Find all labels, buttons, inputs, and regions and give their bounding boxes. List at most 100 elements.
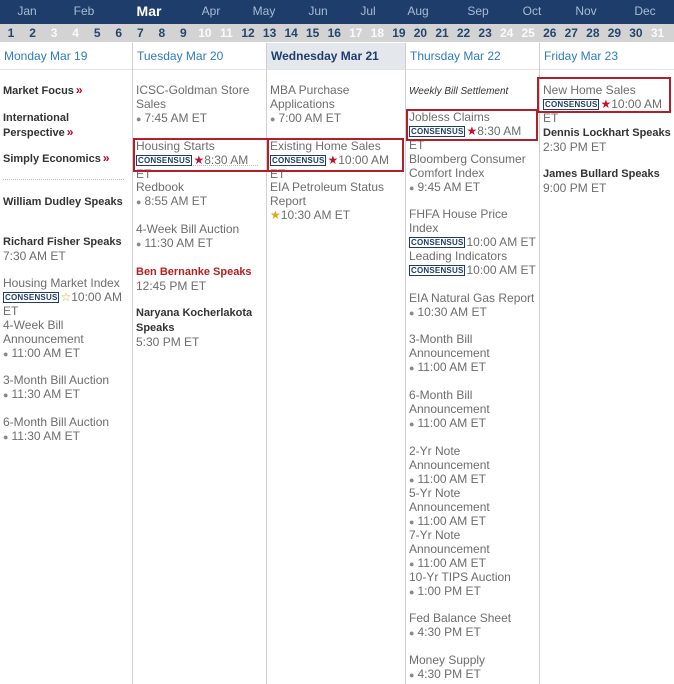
month-nov[interactable]: Nov	[575, 4, 596, 18]
event-name[interactable]: EIA Petroleum Status Report	[270, 180, 384, 208]
calendar-event[interactable]: Existing Home Sales CONSENSUS ★10:00 AM ET	[270, 139, 403, 181]
event-name[interactable]: International Perspective	[3, 112, 69, 139]
day-6[interactable]: 6	[115, 26, 122, 40]
event-name[interactable]: Housing Market Index	[3, 276, 120, 290]
day-22[interactable]: 22	[457, 26, 470, 40]
event-name[interactable]: Richard Fisher Speaks	[3, 236, 122, 248]
calendar-event[interactable]: ICSC-Goldman Store Sales ● 7:45 AM ET	[136, 83, 264, 126]
calendar-event[interactable]: 4-Week Bill Auction ● 11:30 AM ET	[136, 222, 264, 251]
month-jun[interactable]: Jun	[308, 4, 327, 18]
event-name[interactable]: FHFA House Price Index	[409, 207, 508, 235]
event-name[interactable]: Market Focus	[3, 85, 74, 97]
event-name[interactable]: ICSC-Goldman Store Sales	[136, 83, 249, 111]
day-5[interactable]: 5	[94, 26, 101, 40]
event-name[interactable]: 7-Yr Note Announcement	[409, 528, 490, 556]
day-17[interactable]: 17	[349, 26, 362, 40]
event-name[interactable]: Redbook	[136, 180, 184, 194]
calendar-event[interactable]: 6-Month Bill Auction ● 11:30 AM ET	[3, 415, 130, 444]
event-name[interactable]: MBA Purchase Applications	[270, 83, 349, 111]
event-name[interactable]: Fed Balance Sheet	[409, 611, 511, 625]
day-31[interactable]: 31	[651, 26, 664, 40]
event-name[interactable]: Bloomberg Consumer Comfort Index	[409, 152, 526, 180]
day-20[interactable]: 20	[414, 26, 427, 40]
month-jul[interactable]: Jul	[360, 4, 375, 18]
calendar-event[interactable]: 3-Month Bill Announcement ● 11:00 AM ET	[409, 332, 537, 375]
calendar-event[interactable]: Housing Market Index CONSENSUS ☆10:00 AM E…	[3, 276, 130, 318]
month-feb[interactable]: Feb	[74, 4, 95, 18]
day-2[interactable]: 2	[29, 26, 36, 40]
month-aug[interactable]: Aug	[407, 4, 428, 18]
day-26[interactable]: 26	[543, 26, 556, 40]
day-10[interactable]: 10	[198, 26, 211, 40]
calendar-event[interactable]: Market Focus»	[3, 83, 130, 98]
calendar-event[interactable]: 4-Week Bill Announcement ● 11:00 AM ET	[3, 318, 130, 361]
day-8[interactable]: 8	[159, 26, 166, 40]
event-name[interactable]: 5-Yr Note Announcement	[409, 486, 490, 514]
calendar-event[interactable]: Simply Economics»	[3, 151, 130, 166]
day-12[interactable]: 12	[241, 26, 254, 40]
consensus-badge[interactable]: CONSENSUS	[136, 155, 193, 166]
day-19[interactable]: 19	[392, 26, 405, 40]
calendar-event[interactable]: 7-Yr Note Announcement ● 11:00 AM ET	[409, 528, 537, 571]
event-name[interactable]: James Bullard Speaks	[543, 168, 660, 180]
calendar-event[interactable]: MBA Purchase Applications ● 7:00 AM ET	[270, 83, 403, 126]
day-18[interactable]: 18	[371, 26, 384, 40]
event-name[interactable]: Simply Economics	[3, 153, 101, 165]
consensus-badge[interactable]: CONSENSUS	[270, 155, 327, 166]
day-28[interactable]: 28	[586, 26, 599, 40]
consensus-badge[interactable]: CONSENSUS	[409, 237, 466, 248]
consensus-badge[interactable]: CONSENSUS	[409, 265, 466, 276]
event-name[interactable]: Housing Starts	[136, 139, 215, 153]
event-name[interactable]: 6-Month Bill Auction	[3, 415, 109, 429]
event-name[interactable]: Weekly Bill Settlement	[409, 86, 508, 97]
day-1[interactable]: 1	[8, 26, 15, 40]
day-9[interactable]: 9	[180, 26, 187, 40]
event-name[interactable]: William Dudley Speaks	[3, 196, 123, 208]
calendar-event[interactable]: William Dudley Speaks	[3, 194, 130, 209]
event-name[interactable]: Jobless Claims	[409, 110, 490, 124]
calendar-event[interactable]: 2-Yr Note Announcement ● 11:00 AM ET	[409, 444, 537, 487]
month-may[interactable]: May	[253, 4, 276, 18]
calendar-event[interactable]: Housing Starts CONSENSUS ★8:30 AM ET	[136, 139, 264, 181]
day-14[interactable]: 14	[284, 26, 297, 40]
month-oct[interactable]: Oct	[523, 4, 542, 18]
calendar-event[interactable]: Bloomberg Consumer Comfort Index ● 9:45 AM…	[409, 152, 537, 195]
day-27[interactable]: 27	[565, 26, 578, 40]
calendar-event[interactable]: Money Supply ● 4:30 PM ET	[409, 653, 537, 682]
calendar-event[interactable]: EIA Petroleum Status Report ★10:30 AM ET	[270, 180, 403, 222]
event-name[interactable]: 10-Yr TIPS Auction	[409, 570, 511, 584]
day-15[interactable]: 15	[306, 26, 319, 40]
month-jan[interactable]: Jan	[17, 4, 36, 18]
calendar-event[interactable]: James Bullard Speaks 9:00 PM ET	[543, 166, 672, 195]
calendar-event[interactable]: 5-Yr Note Announcement ● 11:00 AM ET	[409, 486, 537, 529]
calendar-event[interactable]: Weekly Bill Settlement	[409, 83, 537, 99]
calendar-event[interactable]: New Home Sales CONSENSUS ★10:00 AM ET	[543, 83, 672, 125]
calendar-event[interactable]: Ben Bernanke Speaks 12:45 PM ET	[136, 264, 264, 293]
event-name[interactable]: Naryana Kocherlakota Speaks	[136, 307, 252, 334]
consensus-badge[interactable]: CONSENSUS	[543, 99, 600, 110]
event-name[interactable]: 4-Week Bill Announcement	[3, 318, 84, 346]
calendar-event[interactable]: 3-Month Bill Auction ● 11:30 AM ET	[3, 373, 130, 402]
calendar-event[interactable]: International Perspective»	[3, 110, 130, 140]
calendar-event[interactable]: Richard Fisher Speaks 7:30 AM ET	[3, 234, 130, 263]
month-sep[interactable]: Sep	[467, 4, 488, 18]
event-name[interactable]: 3-Month Bill Announcement	[409, 332, 490, 360]
day-25[interactable]: 25	[522, 26, 535, 40]
day-24[interactable]: 24	[500, 26, 513, 40]
event-name[interactable]: 3-Month Bill Auction	[3, 373, 109, 387]
calendar-event[interactable]: Leading Indicators CONSENSUS 10:00 AM ET	[409, 249, 537, 277]
month-mar[interactable]: Mar	[137, 3, 162, 19]
calendar-event[interactable]: Redbook ● 8:55 AM ET	[136, 180, 264, 209]
day-13[interactable]: 13	[263, 26, 276, 40]
calendar-event[interactable]: EIA Natural Gas Report ● 10:30 AM ET	[409, 291, 537, 320]
event-name[interactable]: Existing Home Sales	[270, 139, 381, 153]
event-name[interactable]: EIA Natural Gas Report	[409, 291, 534, 305]
day-30[interactable]: 30	[629, 26, 642, 40]
event-name[interactable]: 2-Yr Note Announcement	[409, 444, 490, 472]
calendar-event[interactable]: Fed Balance Sheet ● 4:30 PM ET	[409, 611, 537, 640]
event-name[interactable]: Dennis Lockhart Speaks	[543, 127, 671, 139]
day-7[interactable]: 7	[137, 26, 144, 40]
day-21[interactable]: 21	[435, 26, 448, 40]
day-3[interactable]: 3	[51, 26, 58, 40]
consensus-badge[interactable]: CONSENSUS	[409, 126, 466, 137]
